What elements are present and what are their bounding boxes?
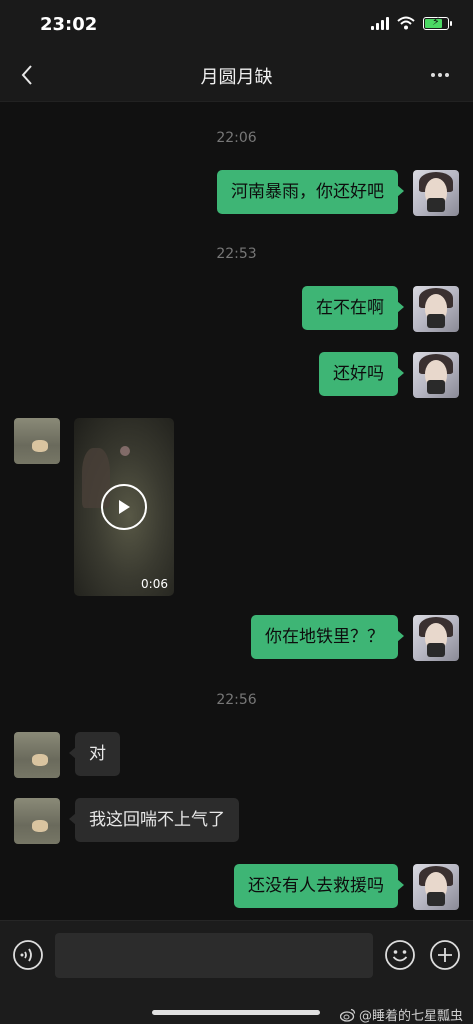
message-bubble-sent[interactable]: 还没有人去救援吗 <box>234 864 404 908</box>
avatar-contact[interactable] <box>14 732 60 778</box>
avatar-me[interactable] <box>413 286 459 332</box>
add-button[interactable] <box>429 939 461 971</box>
avatar-me[interactable] <box>413 864 459 910</box>
status-time: 23:02 <box>40 14 98 35</box>
voice-button[interactable] <box>12 939 44 971</box>
voice-icon <box>13 940 43 970</box>
play-icon <box>119 500 130 514</box>
watermark: @睡着的七星瓢虫 <box>339 1005 463 1024</box>
avatar-contact[interactable] <box>14 418 60 464</box>
signal-icon <box>371 16 389 30</box>
input-bar: @睡着的七星瓢虫 <box>0 920 473 1024</box>
status-icons: ⚡ <box>371 14 452 30</box>
emoji-icon <box>385 940 415 970</box>
timestamp: 22:53 <box>216 246 257 262</box>
chat-area[interactable]: 22:06 河南暴雨，你还好吧 22:53 在不在啊 还好吗 0:06 你在地铁… <box>0 102 473 920</box>
video-duration: 0:06 <box>141 577 168 591</box>
message-bubble-sent[interactable]: 河南暴雨，你还好吧 <box>217 170 404 214</box>
message-bubble-sent[interactable]: 你在地铁里？？ <box>251 615 404 659</box>
timestamp: 22:56 <box>216 692 257 708</box>
battery-icon: ⚡ <box>423 14 452 30</box>
chat-title: 月圆月缺 <box>200 67 273 88</box>
play-button[interactable] <box>101 484 147 530</box>
home-indicator[interactable] <box>152 1010 320 1015</box>
status-bar: 23:02 ⚡ <box>0 0 473 50</box>
message-bubble-received[interactable]: 对 <box>69 732 120 776</box>
add-icon <box>430 940 460 970</box>
emoji-button[interactable] <box>384 939 416 971</box>
charging-bolt-icon: ⚡ <box>432 14 440 28</box>
avatar-me[interactable] <box>413 615 459 661</box>
video-message[interactable]: 0:06 <box>74 418 174 596</box>
wifi-icon <box>397 16 415 30</box>
watermark-text: @睡着的七星瓢虫 <box>358 1009 463 1024</box>
weibo-icon <box>339 1008 356 1022</box>
avatar-contact[interactable] <box>14 798 60 844</box>
more-button[interactable] <box>425 60 455 90</box>
avatar-me[interactable] <box>413 170 459 216</box>
message-bubble-sent[interactable]: 在不在啊 <box>302 286 404 330</box>
timestamp: 22:06 <box>216 130 257 146</box>
message-input[interactable] <box>55 933 373 978</box>
more-icon <box>431 73 435 77</box>
avatar-me[interactable] <box>413 352 459 398</box>
message-bubble-received[interactable]: 我这回喘不上气了 <box>69 798 239 842</box>
message-bubble-sent[interactable]: 还好吗 <box>319 352 404 396</box>
nav-bar: 月圆月缺 <box>0 50 473 102</box>
